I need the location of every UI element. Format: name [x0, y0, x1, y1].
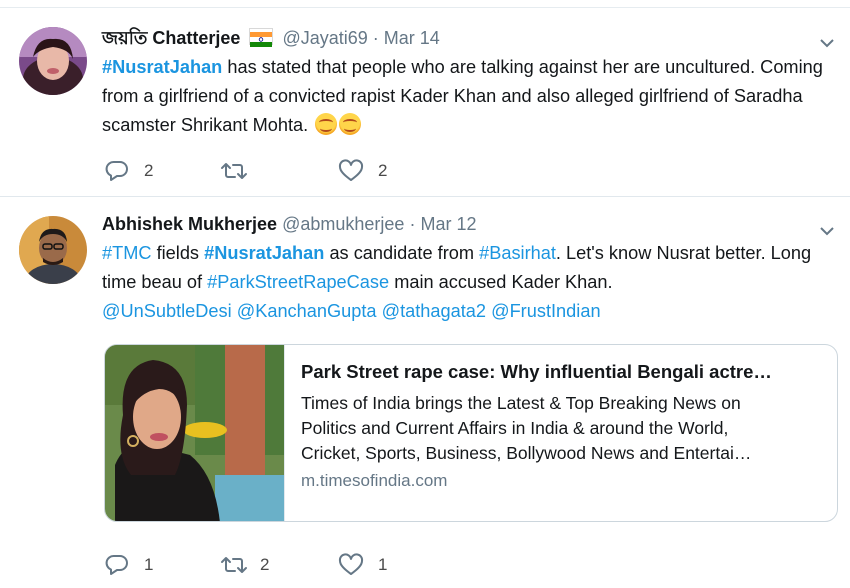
- tweet-text-segment: main accused Kader Khan.: [389, 272, 613, 292]
- like-button[interactable]: 1: [338, 553, 398, 577]
- mention-link[interactable]: @UnSubtleDesi: [102, 301, 232, 321]
- user-handle[interactable]: @Jayati69: [282, 28, 367, 48]
- card-description-line: Politics and Current Affairs in India & …: [301, 418, 729, 438]
- smiling-face-emoji-icon: [339, 113, 362, 135]
- mention-link[interactable]: @tathagata2: [382, 301, 486, 321]
- retweet-button[interactable]: 2: [220, 553, 280, 577]
- separator: ·: [409, 214, 416, 234]
- like-heart-icon: [338, 553, 364, 575]
- avatar[interactable]: [19, 27, 87, 95]
- chevron-down-icon[interactable]: [818, 222, 836, 240]
- retweet-icon: [221, 557, 247, 573]
- card-title[interactable]: Park Street rape case: Why influential B…: [301, 359, 825, 385]
- retweet-count: 2: [260, 555, 270, 574]
- retweet-button[interactable]: [220, 159, 280, 183]
- chevron-down-icon[interactable]: [818, 34, 836, 52]
- tweet-1[interactable]: জয়তি Chatterjee @Jayati69 · Mar 14 #Nus…: [0, 0, 850, 196]
- display-name[interactable]: জয়তি Chatterjee: [102, 28, 240, 48]
- tweet-actions: 2 2: [104, 159, 504, 183]
- tweet-text: #TMC fields #NusratJahan as candidate fr…: [102, 239, 836, 326]
- reply-count: 1: [144, 555, 154, 574]
- card-description: Times of India brings the Latest & Top B…: [301, 391, 825, 466]
- hashtag-link[interactable]: #Basirhat: [479, 243, 556, 263]
- tweet-header: জয়তি Chatterjee @Jayati69 · Mar 14: [102, 26, 836, 50]
- like-count: 2: [378, 161, 388, 180]
- card-body: Park Street rape case: Why influential B…: [301, 359, 825, 491]
- like-button[interactable]: 2: [338, 159, 398, 183]
- reply-icon: [105, 555, 128, 575]
- hashtag-link[interactable]: #NusratJahan: [102, 57, 222, 77]
- hashtag-link[interactable]: #NusratJahan: [204, 243, 324, 263]
- display-name[interactable]: Abhishek Mukherjee: [102, 214, 277, 234]
- avatar[interactable]: [19, 216, 87, 284]
- smiling-face-emoji-icon: [315, 113, 338, 135]
- separator: ·: [372, 28, 379, 48]
- avatar-photo: [19, 216, 87, 284]
- like-heart-icon: [338, 159, 364, 181]
- avatar-photo: [19, 27, 87, 95]
- tweet-text: #NusratJahan has stated that people who …: [102, 53, 836, 140]
- like-count: 1: [378, 555, 388, 574]
- tweet-header: Abhishek Mukherjee @abmukherjee · Mar 12: [102, 212, 836, 236]
- mention-link[interactable]: @FrustIndian: [491, 301, 600, 321]
- tweet-text-segment: as candidate from: [324, 243, 480, 263]
- tweet-actions: 1 2 1: [104, 553, 504, 577]
- reply-icon: [105, 161, 128, 181]
- tweet-text-segment: fields: [151, 243, 205, 263]
- tweet-date[interactable]: Mar 12: [420, 214, 476, 234]
- card-domain: m.timesofindia.com: [301, 471, 448, 490]
- card-description-line: Cricket, Sports, Business, Bollywood New…: [301, 443, 752, 463]
- reply-button[interactable]: 1: [104, 553, 164, 577]
- reply-count: 2: [144, 161, 154, 180]
- link-preview-card[interactable]: Park Street rape case: Why influential B…: [104, 344, 838, 522]
- mention-link[interactable]: @KanchanGupta: [237, 301, 377, 321]
- india-flag-icon: [249, 28, 274, 47]
- user-handle[interactable]: @abmukherjee: [282, 214, 404, 234]
- hashtag-link[interactable]: #ParkStreetRapeCase: [207, 272, 389, 292]
- tweet-date[interactable]: Mar 14: [384, 28, 440, 48]
- card-thumbnail: [105, 345, 285, 521]
- reply-button[interactable]: 2: [104, 159, 164, 183]
- hashtag-link[interactable]: #TMC: [102, 243, 152, 263]
- retweet-icon: [221, 163, 247, 179]
- card-description-line: Times of India brings the Latest & Top B…: [301, 393, 741, 413]
